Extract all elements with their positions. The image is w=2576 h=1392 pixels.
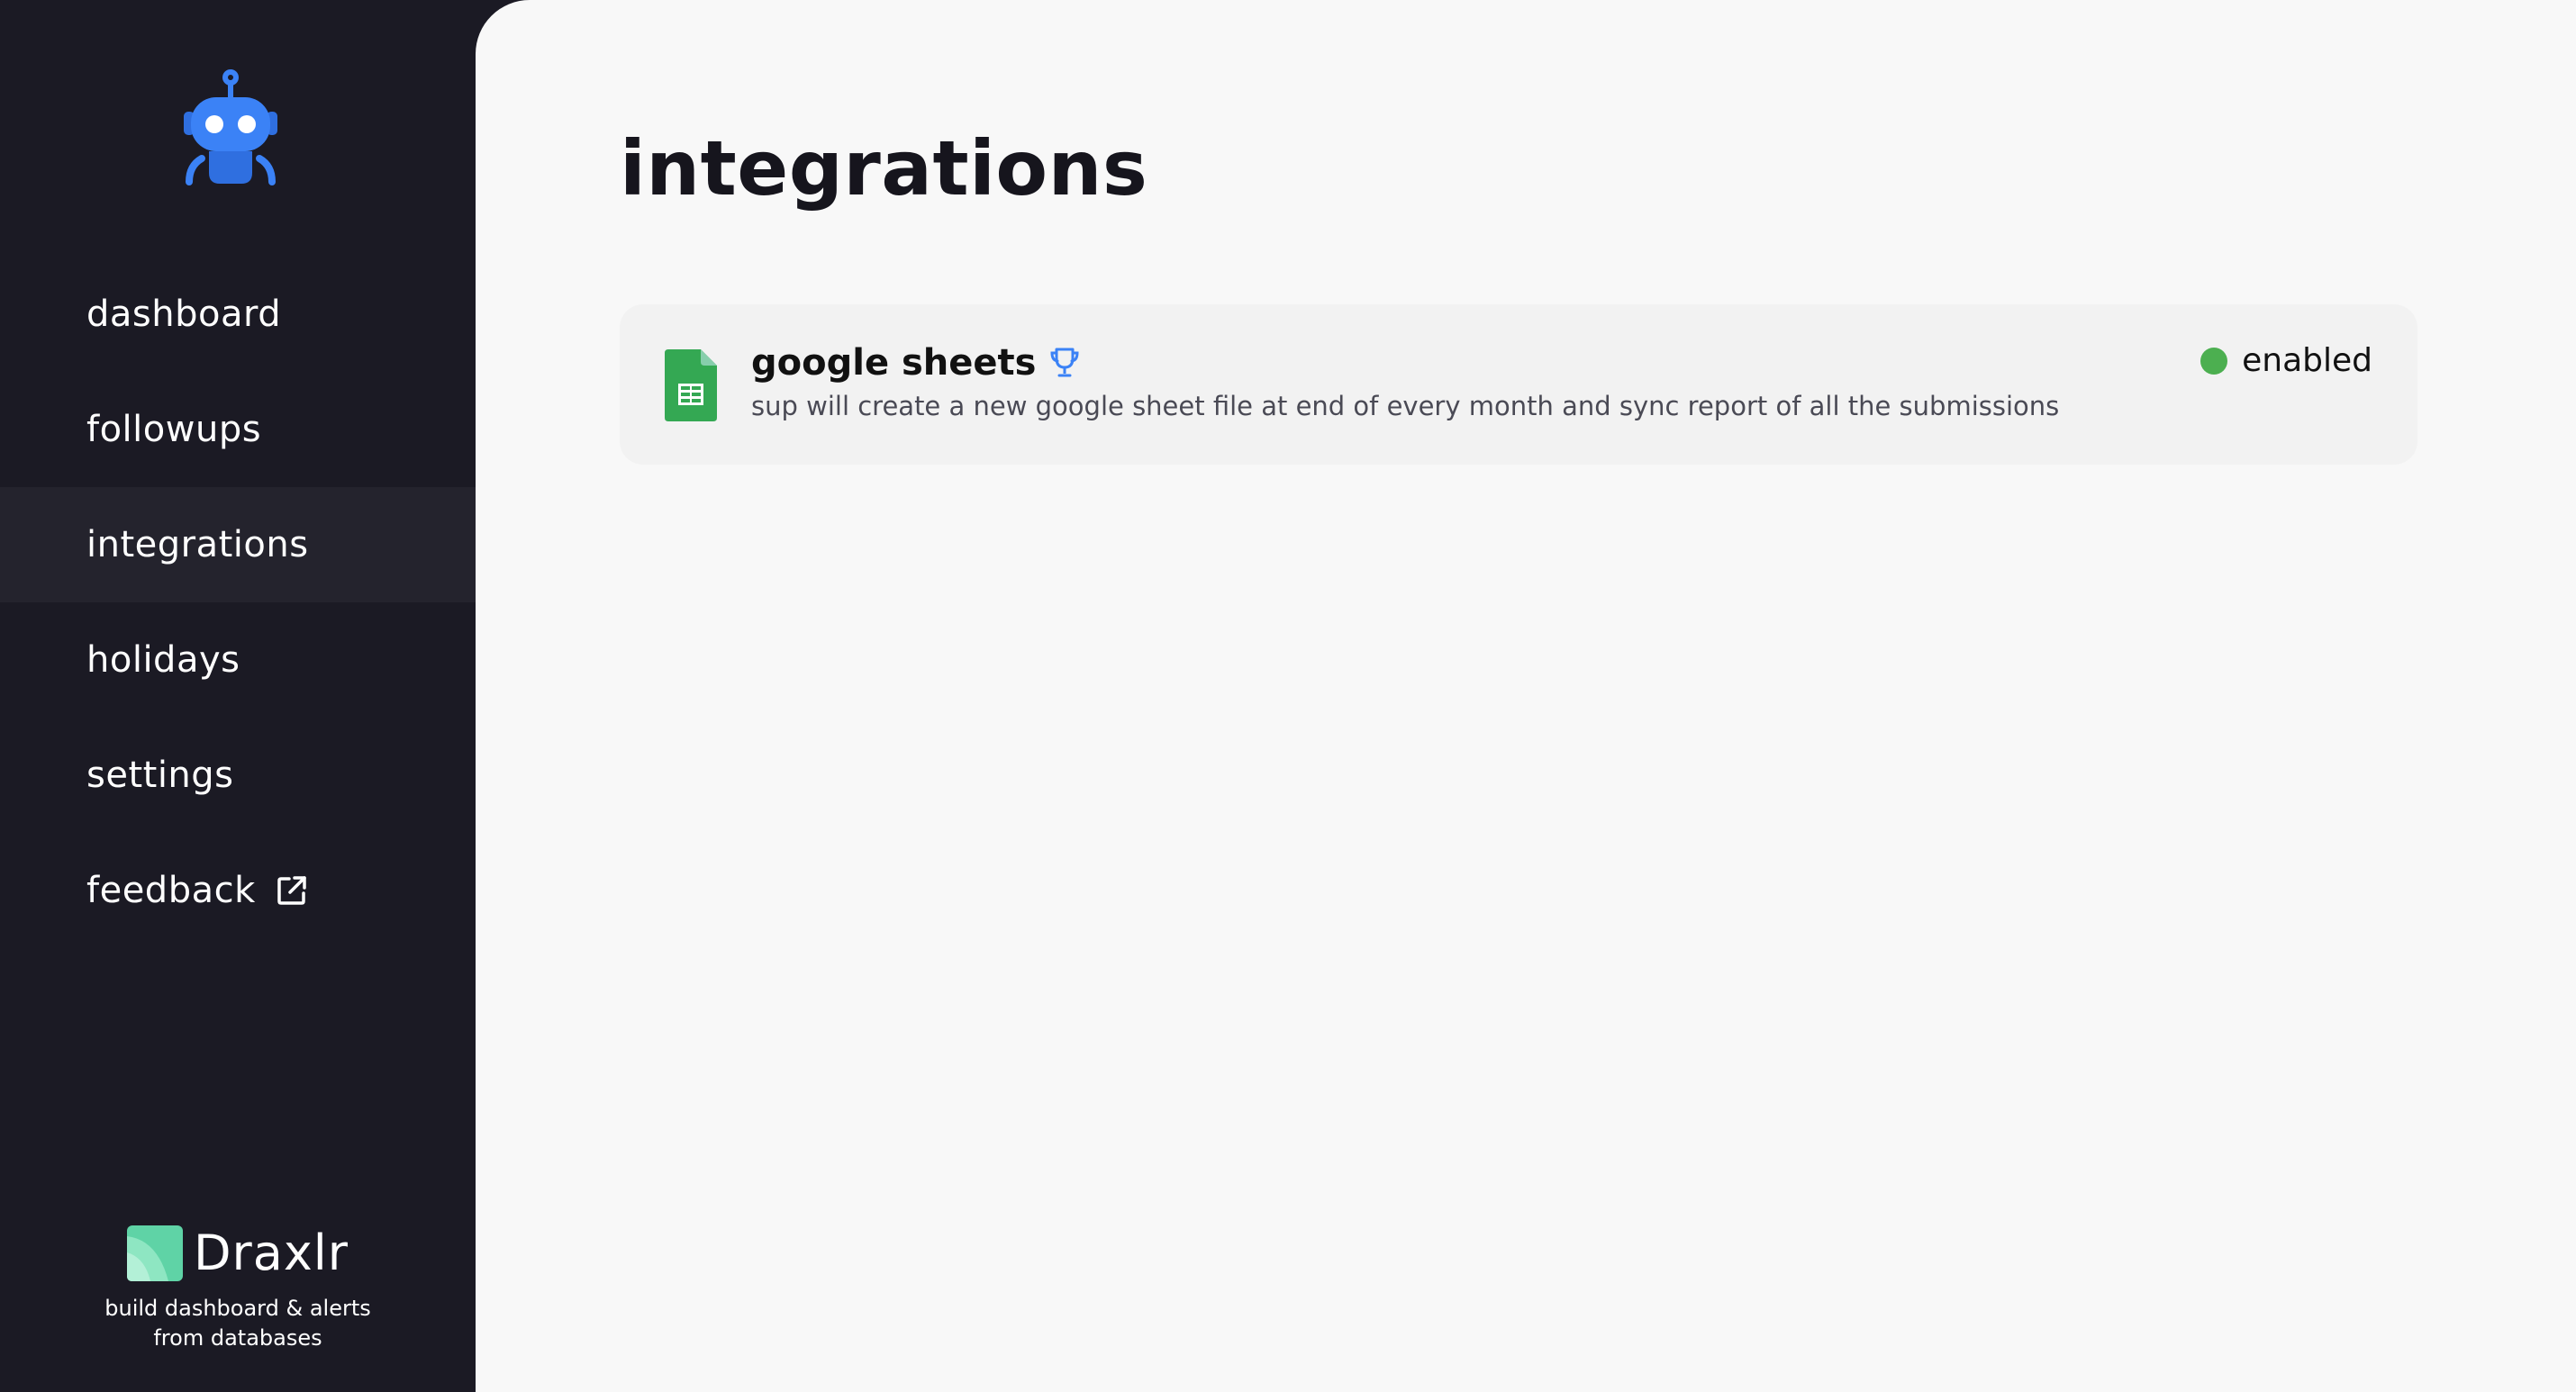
sidebar-item-label: holidays xyxy=(86,639,240,681)
status-label: enabled xyxy=(2242,342,2372,379)
trophy-icon xyxy=(1050,348,1079,378)
draxlr-logo-icon xyxy=(126,1225,183,1281)
sidebar-item-label: settings xyxy=(86,755,234,796)
app-window: dashboard followups integrations holiday… xyxy=(0,0,2576,1392)
brand-row: Draxlr xyxy=(0,1225,476,1281)
brand-footer[interactable]: Draxlr build dashboard & alerts from dat… xyxy=(0,1225,476,1353)
sidebar-item-label: feedback xyxy=(86,870,256,911)
brand-name: Draxlr xyxy=(193,1225,349,1281)
robot-icon[interactable] xyxy=(180,68,281,189)
sidebar-item-label: dashboard xyxy=(86,294,282,335)
brand-tagline: build dashboard & alerts from databases xyxy=(104,1296,371,1351)
sidebar-item-dashboard[interactable]: dashboard xyxy=(0,257,476,372)
page-title: integrations xyxy=(620,124,1148,212)
sidebar-item-label: followups xyxy=(86,409,262,450)
sidebar-item-integrations[interactable]: integrations xyxy=(0,487,476,602)
google-sheets-icon xyxy=(665,349,717,421)
external-link-icon xyxy=(276,874,308,907)
integration-name: google sheets xyxy=(751,342,1037,384)
sidebar-item-followups[interactable]: followups xyxy=(0,372,476,487)
integration-description: sup will create a new google sheet file … xyxy=(751,391,2060,421)
sidebar-nav: dashboard followups integrations holiday… xyxy=(0,257,476,948)
integration-card-google-sheets[interactable]: google sheets sup will create a new goog… xyxy=(620,304,2417,465)
status-badge[interactable]: enabled xyxy=(2200,342,2372,379)
sidebar-item-label: integrations xyxy=(86,524,309,565)
status-dot-icon xyxy=(2200,347,2228,375)
sidebar: dashboard followups integrations holiday… xyxy=(0,0,476,1392)
card-title-row: google sheets xyxy=(751,342,1079,384)
main-content: integrations google sheets sup will crea… xyxy=(476,0,2576,1392)
sidebar-item-settings[interactable]: settings xyxy=(0,718,476,833)
sidebar-item-feedback[interactable]: feedback xyxy=(0,833,476,948)
sidebar-item-holidays[interactable]: holidays xyxy=(0,602,476,718)
